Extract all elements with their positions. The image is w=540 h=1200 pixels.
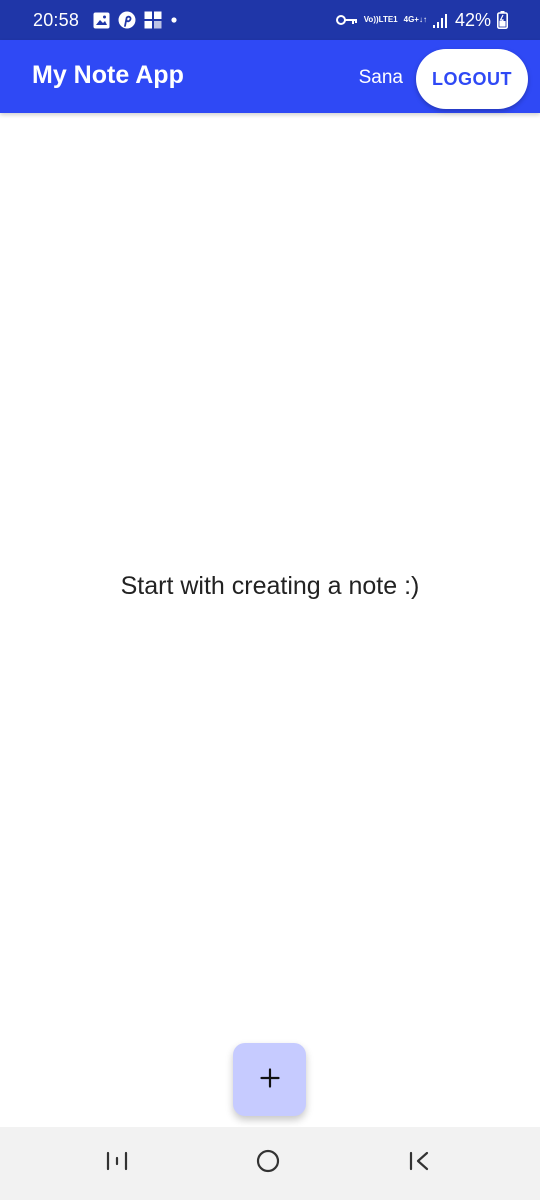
back-button[interactable] bbox=[380, 1127, 460, 1200]
status-right: Vo)) LTE1 4G+ ↓↑ 42% bbox=[335, 0, 508, 40]
volte-icon: Vo)) LTE1 bbox=[364, 16, 398, 24]
volte-bottom-label: LTE1 bbox=[378, 15, 398, 24]
empty-state-message: Start with creating a note :) bbox=[120, 572, 420, 600]
home-icon bbox=[256, 1149, 280, 1178]
logout-button[interactable]: LOGOUT bbox=[416, 49, 528, 109]
battery-percentage: 42% bbox=[454, 9, 491, 30]
back-icon bbox=[409, 1151, 431, 1176]
navigation-bar bbox=[0, 1127, 540, 1200]
clock: 20:58 bbox=[33, 9, 80, 30]
grid-app-icon bbox=[144, 11, 162, 29]
app-title: My Note App bbox=[32, 60, 184, 89]
recent-apps-icon bbox=[106, 1151, 128, 1176]
plus-icon bbox=[259, 1068, 280, 1091]
status-bar: 20:58 Vo)) LTE1 4G+ ↓↑ 42% bbox=[0, 0, 540, 40]
app-bar: My Note App Sana LOGOUT bbox=[0, 40, 540, 113]
status-left: 20:58 bbox=[33, 0, 178, 40]
volte-top-label: Vo)) bbox=[363, 15, 379, 24]
battery-icon bbox=[497, 11, 508, 29]
image-icon bbox=[93, 12, 110, 29]
home-button[interactable] bbox=[228, 1127, 308, 1200]
dot-icon bbox=[170, 16, 178, 24]
network-type-label: 4G+ bbox=[403, 15, 419, 24]
pinterest-icon bbox=[118, 11, 136, 29]
recent-apps-button[interactable] bbox=[77, 1127, 157, 1200]
add-note-button[interactable] bbox=[233, 1043, 306, 1116]
signal-icon bbox=[432, 13, 449, 28]
network-arrows-label: ↓↑ bbox=[418, 15, 427, 24]
user-name: Sana bbox=[358, 67, 403, 88]
vpn-key-icon bbox=[335, 14, 358, 26]
4g-icon: 4G+ ↓↑ bbox=[404, 16, 427, 24]
